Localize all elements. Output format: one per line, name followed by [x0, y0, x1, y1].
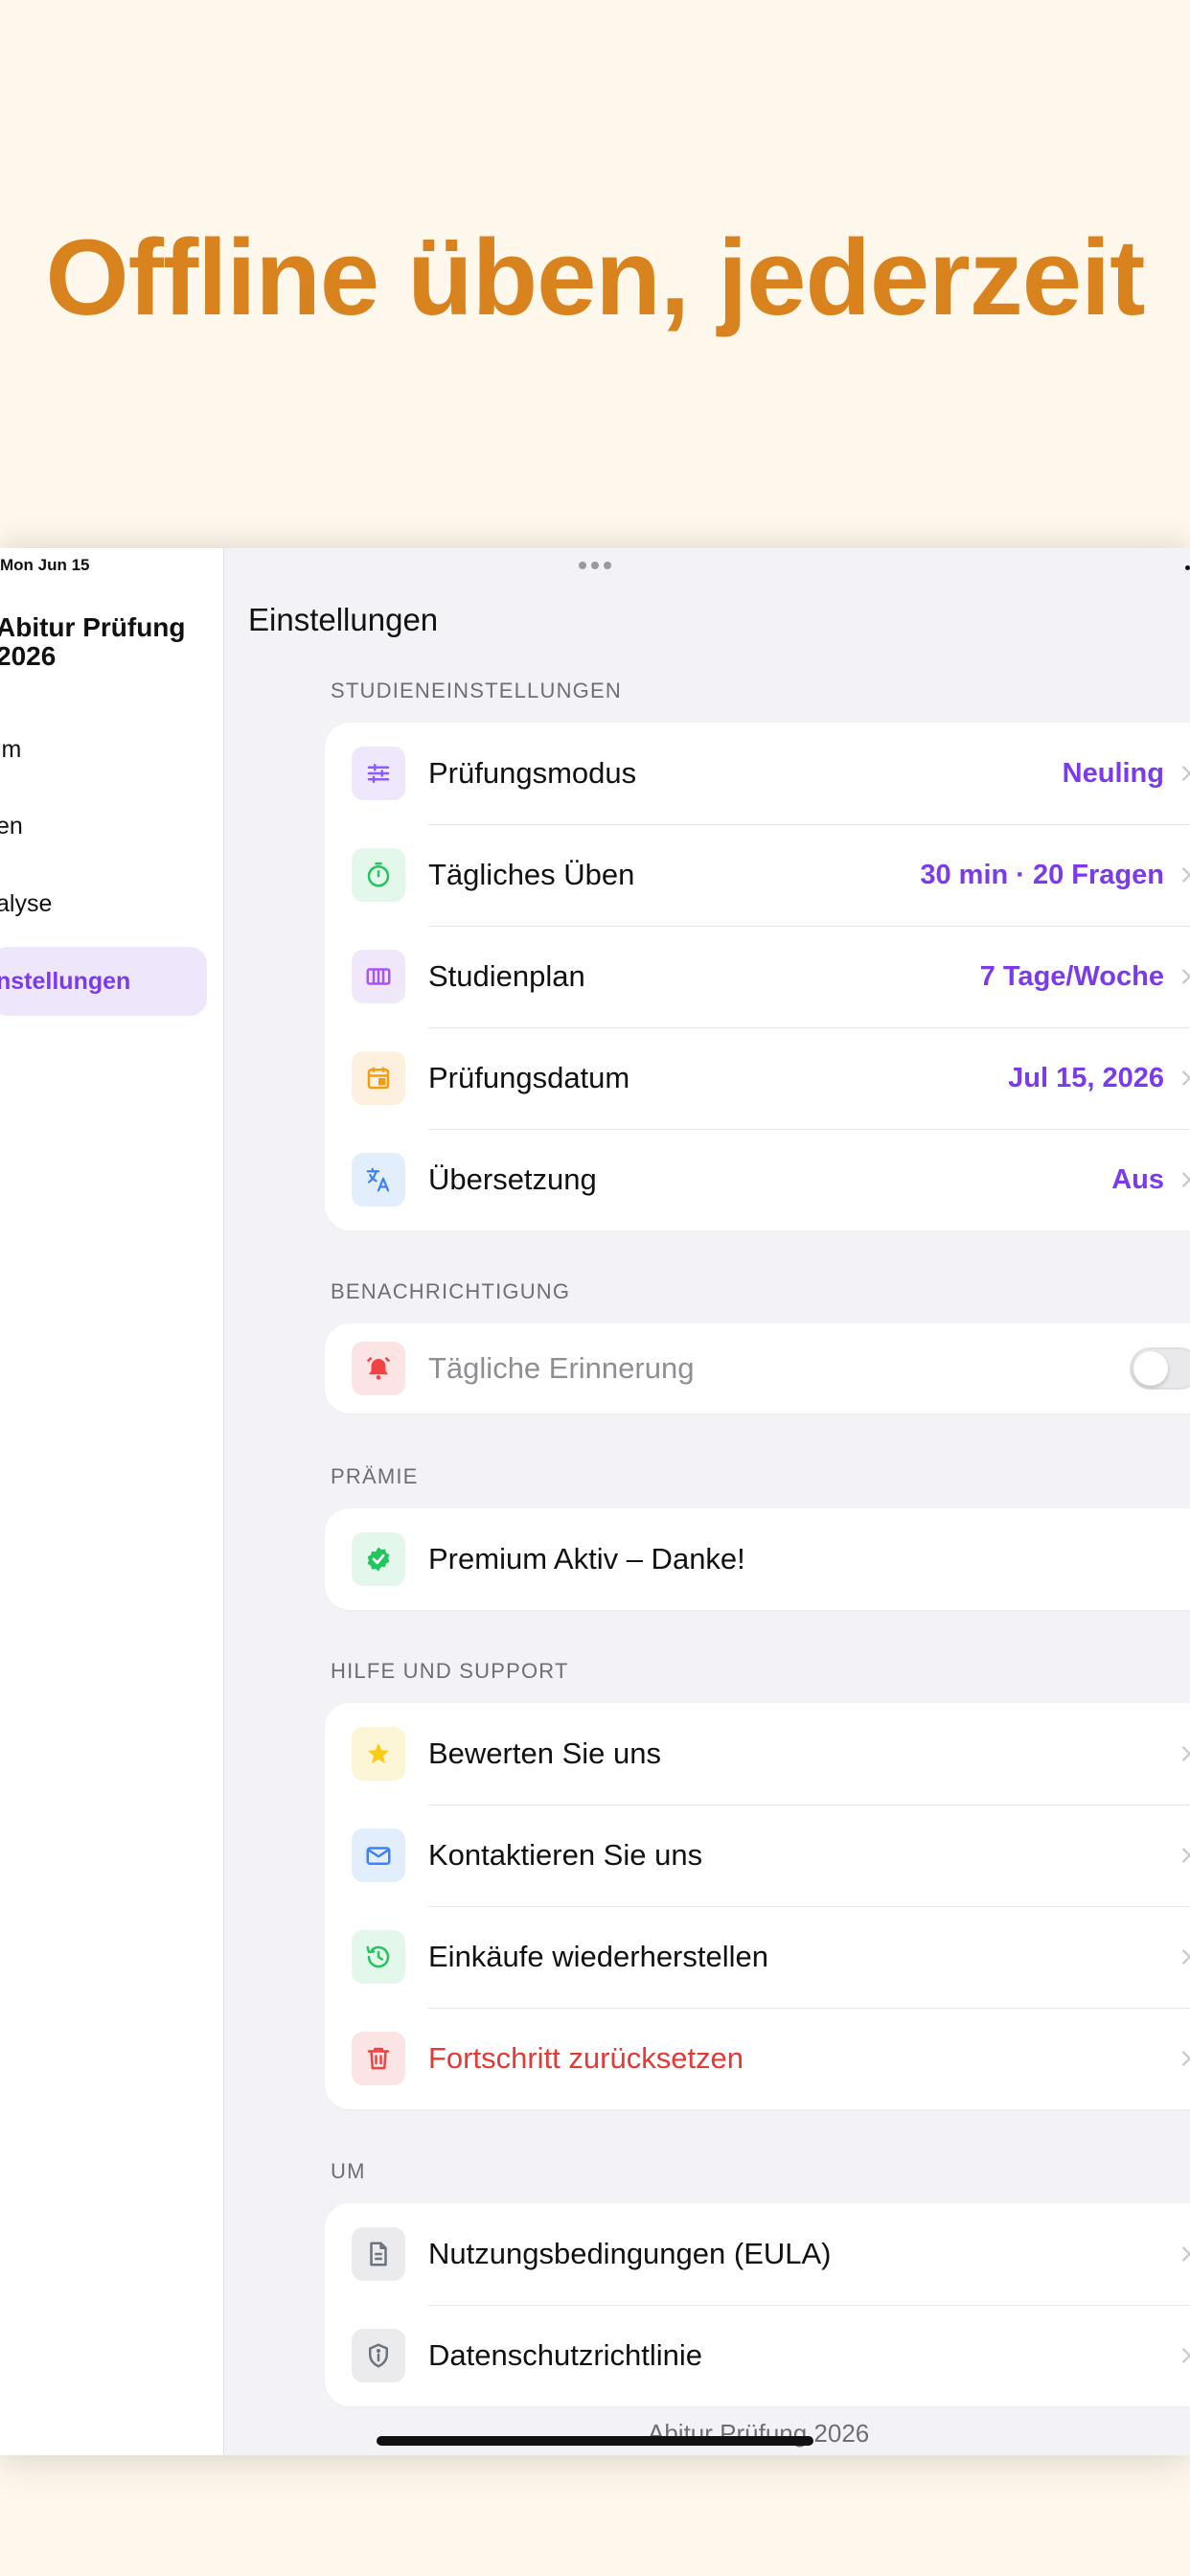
row-terms-eula[interactable]: Nutzungsbedingungen (EULA) — [325, 2203, 1190, 2305]
promo-headline: Offline üben, jederzeit — [45, 218, 1146, 337]
chevron-right-icon — [1182, 867, 1190, 883]
row-premium-status: Premium Aktiv – Danke! — [325, 1508, 1190, 1610]
document-icon — [352, 2227, 405, 2281]
chevron-right-icon — [1182, 2348, 1190, 2363]
calendar-grid-icon — [352, 950, 405, 1003]
study-settings-card: Prüfungsmodus Neuling Tägliches Üben 30 … — [325, 723, 1190, 1230]
row-value: 30 min · 20 Fragen — [920, 859, 1164, 890]
row-study-plan[interactable]: Studienplan 7 Tage/Woche — [325, 926, 1190, 1027]
sidebar: Mon Jun 15 Abitur Prüfung 2026 im en aly… — [0, 548, 224, 2455]
chevron-right-icon — [1182, 969, 1190, 984]
sidebar-item-home[interactable]: im — [0, 715, 207, 784]
home-indicator[interactable] — [377, 2436, 813, 2446]
status-date: Mon Jun 15 — [0, 556, 90, 574]
row-label: Einkäufe wiederherstellen — [428, 1940, 768, 1973]
chevron-right-icon — [1182, 1746, 1190, 1761]
row-label: Bewerten Sie uns — [428, 1736, 661, 1770]
row-exam-date[interactable]: Prüfungsdatum Jul 15, 2026 — [325, 1027, 1190, 1129]
row-label: Prüfungsmodus — [428, 756, 637, 790]
ipad-screen: Mon Jun 15 Abitur Prüfung 2026 im en aly… — [0, 548, 1190, 2455]
row-label: Fortschritt zurücksetzen — [428, 2041, 744, 2075]
verified-badge-icon — [352, 1532, 405, 1586]
sidebar-app-title: Abitur Prüfung 2026 — [0, 612, 186, 671]
sidebar-item-analysis[interactable]: alyse — [0, 869, 207, 938]
row-rate-us[interactable]: Bewerten Sie uns — [325, 1703, 1190, 1805]
row-value: 7 Tage/Woche — [979, 960, 1164, 992]
timer-icon — [352, 848, 405, 902]
row-label: Premium Aktiv – Danke! — [428, 1542, 745, 1576]
calendar-icon — [352, 1051, 405, 1105]
row-daily-reminder: Tägliche Erinnerung — [325, 1323, 1190, 1414]
translate-icon — [352, 1153, 405, 1207]
daily-reminder-toggle[interactable] — [1130, 1347, 1190, 1390]
sliders-icon — [352, 747, 405, 800]
row-exam-mode[interactable]: Prüfungsmodus Neuling — [325, 723, 1190, 824]
chevron-right-icon — [1182, 2246, 1190, 2262]
section-label-premium: PRÄMIE — [331, 1464, 419, 1488]
chevron-right-icon — [1182, 1172, 1190, 1187]
notification-card: Tägliche Erinnerung — [325, 1323, 1190, 1414]
sidebar-item-questions[interactable]: en — [0, 792, 207, 861]
row-privacy-policy[interactable]: Datenschutzrichtlinie — [325, 2305, 1190, 2406]
chevron-right-icon — [1182, 766, 1190, 781]
section-label-notification: BENACHRICHTIGUNG — [331, 1279, 571, 1303]
row-value: Aus — [1111, 1163, 1164, 1195]
row-value: Neuling — [1062, 757, 1164, 789]
row-value: Jul 15, 2026 — [1008, 1062, 1164, 1093]
chevron-right-icon — [1182, 1949, 1190, 1965]
row-label: Übersetzung — [428, 1162, 597, 1196]
section-label-study: STUDIENEINSTELLUNGEN — [331, 678, 622, 702]
page-title: Einstellungen — [248, 602, 439, 637]
chevron-right-icon — [1182, 1070, 1190, 1086]
row-label: Studienplan — [428, 959, 585, 993]
row-reset-progress[interactable]: Fortschritt zurücksetzen — [325, 2008, 1190, 2109]
section-label-about: UM — [331, 2159, 366, 2183]
row-label: Kontaktieren Sie uns — [428, 1838, 703, 1872]
row-translation[interactable]: Übersetzung Aus — [325, 1129, 1190, 1230]
row-label: Prüfungsdatum — [428, 1061, 630, 1094]
row-label: Tägliche Erinnerung — [428, 1351, 695, 1385]
star-icon — [352, 1727, 405, 1781]
alarm-bell-icon — [352, 1342, 405, 1395]
row-label: Datenschutzrichtlinie — [428, 2338, 703, 2372]
premium-card: Premium Aktiv – Danke! — [325, 1508, 1190, 1610]
help-card: Bewerten Sie uns Kontaktieren Sie uns Ei… — [325, 1703, 1190, 2109]
sidebar-item-settings[interactable]: nstellungen — [0, 947, 207, 1016]
row-contact-us[interactable]: Kontaktieren Sie uns — [325, 1805, 1190, 1906]
chevron-right-icon — [1182, 2051, 1190, 2066]
settings-content: Einstellungen STUDIENEINSTELLUNGEN Prüfu… — [225, 548, 1190, 2455]
row-label: Tägliches Üben — [428, 858, 635, 891]
row-restore-purchases[interactable]: Einkäufe wiederherstellen — [325, 1906, 1190, 2008]
row-daily-practice[interactable]: Tägliches Üben 30 min · 20 Fragen — [325, 824, 1190, 926]
trash-icon — [352, 2032, 405, 2085]
mail-icon — [352, 1828, 405, 1882]
about-card: Nutzungsbedingungen (EULA) Datenschutzri… — [325, 2203, 1190, 2406]
shield-icon — [352, 2329, 405, 2382]
row-label: Nutzungsbedingungen (EULA) — [428, 2237, 832, 2270]
restore-icon — [352, 1930, 405, 1984]
chevron-right-icon — [1182, 1848, 1190, 1863]
section-label-help: HILFE UND SUPPORT — [331, 1659, 569, 1683]
